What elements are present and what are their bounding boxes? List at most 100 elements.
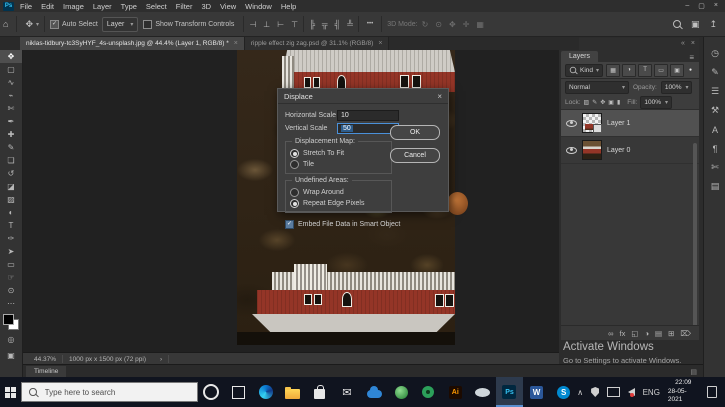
align-top-icon[interactable]: ⊤ — [291, 20, 298, 29]
3d-rotate-icon[interactable]: ↻ — [422, 20, 429, 29]
menu-layer[interactable]: Layer — [93, 2, 112, 11]
zoom-level[interactable]: 44.37% — [34, 356, 56, 363]
layer-thumbnail[interactable] — [582, 113, 602, 133]
illustrator-button[interactable]: Ai — [442, 377, 469, 407]
repeat-edge-pixels-radio[interactable] — [290, 199, 299, 208]
spot-healing-tool[interactable]: ✚ — [0, 128, 22, 141]
distribute-right-icon[interactable]: ╣ — [335, 20, 341, 29]
quick-mask-icon[interactable]: ◎ — [8, 334, 15, 346]
tray-chevron-icon[interactable]: ∧ — [577, 388, 583, 397]
fill-dropdown[interactable]: 100% ▾ — [640, 95, 673, 109]
notification-center-icon[interactable] — [706, 386, 717, 398]
close-tab-icon[interactable]: × — [234, 40, 238, 47]
align-left-icon[interactable]: ⊣ — [249, 20, 256, 29]
eyedropper-tool[interactable]: ✒ — [0, 115, 22, 128]
properties-panel-icon[interactable]: ▤ — [711, 177, 720, 196]
brush-tool[interactable]: ✎ — [0, 141, 22, 154]
visibility-eye-icon[interactable] — [566, 119, 577, 127]
restore-icon[interactable]: ▢ — [698, 2, 705, 10]
distribute-bottom-icon[interactable]: ╩ — [347, 20, 353, 29]
quick-selection-tool[interactable]: ⌁ — [0, 89, 22, 102]
add-layer-mask-icon[interactable]: ◱ — [631, 329, 638, 338]
filter-adjustment-icon[interactable]: ◑ — [622, 63, 637, 77]
new-adjustment-layer-icon[interactable]: ◑ — [644, 329, 649, 338]
clone-source-icon[interactable]: ⚒ — [711, 101, 719, 120]
3d-slide-icon[interactable]: ✛ — [463, 20, 470, 29]
close-tab-icon[interactable]: × — [378, 40, 382, 47]
3d-scale-icon[interactable]: ▦ — [476, 20, 484, 29]
brush-settings-icon[interactable]: ✎ — [711, 63, 719, 82]
word-button[interactable]: W — [523, 377, 550, 407]
photoshop-taskbar-button[interactable]: Ps — [495, 377, 524, 407]
status-arrow-icon[interactable]: › — [160, 356, 162, 363]
lock-pixels-icon[interactable]: ✎ — [592, 99, 597, 106]
cloud-app-button[interactable] — [360, 377, 387, 407]
lock-artboard-icon[interactable]: ▣ — [608, 99, 614, 106]
auto-select-scope-dropdown[interactable]: Layer ▾ — [101, 16, 139, 32]
lock-all-icon[interactable]: ▮ — [617, 99, 620, 106]
blend-mode-dropdown[interactable]: Normal ▾ — [565, 80, 629, 94]
3d-roll-icon[interactable]: ⊙ — [435, 20, 442, 29]
green-app-button[interactable] — [415, 377, 442, 407]
close-icon[interactable]: × — [437, 92, 442, 101]
screen-mode-icon[interactable]: ▣ — [7, 350, 15, 362]
share-icon[interactable]: ↥ — [709, 19, 717, 30]
speaker-muted-icon[interactable] — [627, 388, 635, 397]
history-brush-tool[interactable]: ↺ — [0, 167, 22, 180]
opacity-dropdown[interactable]: 100% ▾ — [660, 80, 693, 94]
more-options-icon[interactable]: ••• — [367, 21, 373, 27]
align-center-icon[interactable]: ⊥ — [263, 20, 270, 29]
menu-help[interactable]: Help — [281, 2, 296, 11]
rectangle-tool[interactable]: ▭ — [0, 258, 22, 271]
cortana-button[interactable] — [198, 377, 225, 407]
filter-pixel-icon[interactable]: ▦ — [606, 63, 621, 77]
menu-file[interactable]: File — [20, 2, 32, 11]
close-icon[interactable]: × — [714, 2, 718, 10]
move-tool-icon[interactable]: ✥ — [25, 19, 33, 30]
panel-menu-icon[interactable]: ≡ — [689, 53, 699, 62]
layers-panel-tab[interactable]: Layers — [561, 51, 599, 62]
history-panel-icon[interactable]: ◷ — [711, 44, 719, 63]
pen-tool[interactable]: ✑ — [0, 232, 22, 245]
timeline-tab[interactable]: Timeline — [26, 366, 67, 377]
menu-filter[interactable]: Filter — [176, 2, 193, 11]
visibility-eye-icon[interactable] — [566, 146, 577, 154]
security-shield-icon[interactable] — [591, 387, 600, 397]
new-layer-icon[interactable]: ⊞ — [668, 329, 674, 338]
embed-file-data-checkbox[interactable]: ✓ — [285, 220, 294, 229]
dialog-title-bar[interactable]: Displace × — [278, 89, 448, 104]
menu-edit[interactable]: Edit — [41, 2, 54, 11]
file-explorer-button[interactable] — [279, 377, 306, 407]
hand-tool[interactable]: ☞ — [0, 271, 22, 284]
menu-select[interactable]: Select — [146, 2, 167, 11]
cancel-button[interactable]: Cancel — [390, 148, 440, 163]
gradient-tool[interactable]: ▨ — [0, 193, 22, 206]
distribute-top-icon[interactable]: ╦ — [322, 20, 328, 29]
character-panel-icon[interactable]: A — [712, 120, 718, 139]
delete-layer-icon[interactable]: ⌦ — [680, 329, 691, 338]
tile-radio[interactable] — [290, 160, 299, 169]
document-tab-ripple[interactable]: ripple effect zig zag.psd @ 31.1% (RGB/8… — [244, 37, 390, 50]
zoom-tool[interactable]: ⊙ — [0, 284, 22, 297]
language-indicator[interactable]: ENG — [643, 388, 660, 397]
filter-kind-dropdown[interactable]: Kind ▾ — [565, 63, 604, 77]
align-right-icon[interactable]: ⊢ — [277, 20, 284, 29]
filter-toggle-icon[interactable]: ● — [689, 67, 692, 73]
filter-shape-icon[interactable]: ▭ — [654, 63, 669, 77]
menu-image[interactable]: Image — [63, 2, 84, 11]
search-icon[interactable] — [672, 20, 681, 28]
auto-select-checkbox[interactable]: ✓ — [50, 19, 59, 29]
timeline-menu-icon[interactable]: ▤ — [690, 368, 697, 376]
layer-row-1[interactable]: Layer 1 — [561, 110, 699, 137]
filter-smart-icon[interactable]: ▣ — [670, 63, 685, 77]
home-icon[interactable]: ⌂ — [3, 19, 8, 29]
wrap-around-radio[interactable] — [290, 188, 299, 197]
edge-button[interactable] — [252, 377, 279, 407]
distribute-left-icon[interactable]: ╠ — [309, 20, 315, 29]
layer-thumbnail[interactable] — [582, 140, 602, 160]
taskbar-clock[interactable]: 22:09 28-05-2021 — [668, 379, 699, 404]
taskbar-search[interactable] — [21, 382, 198, 402]
color-swatches[interactable] — [3, 314, 19, 330]
task-view-button[interactable] — [225, 377, 252, 407]
menu-view[interactable]: View — [220, 2, 236, 11]
